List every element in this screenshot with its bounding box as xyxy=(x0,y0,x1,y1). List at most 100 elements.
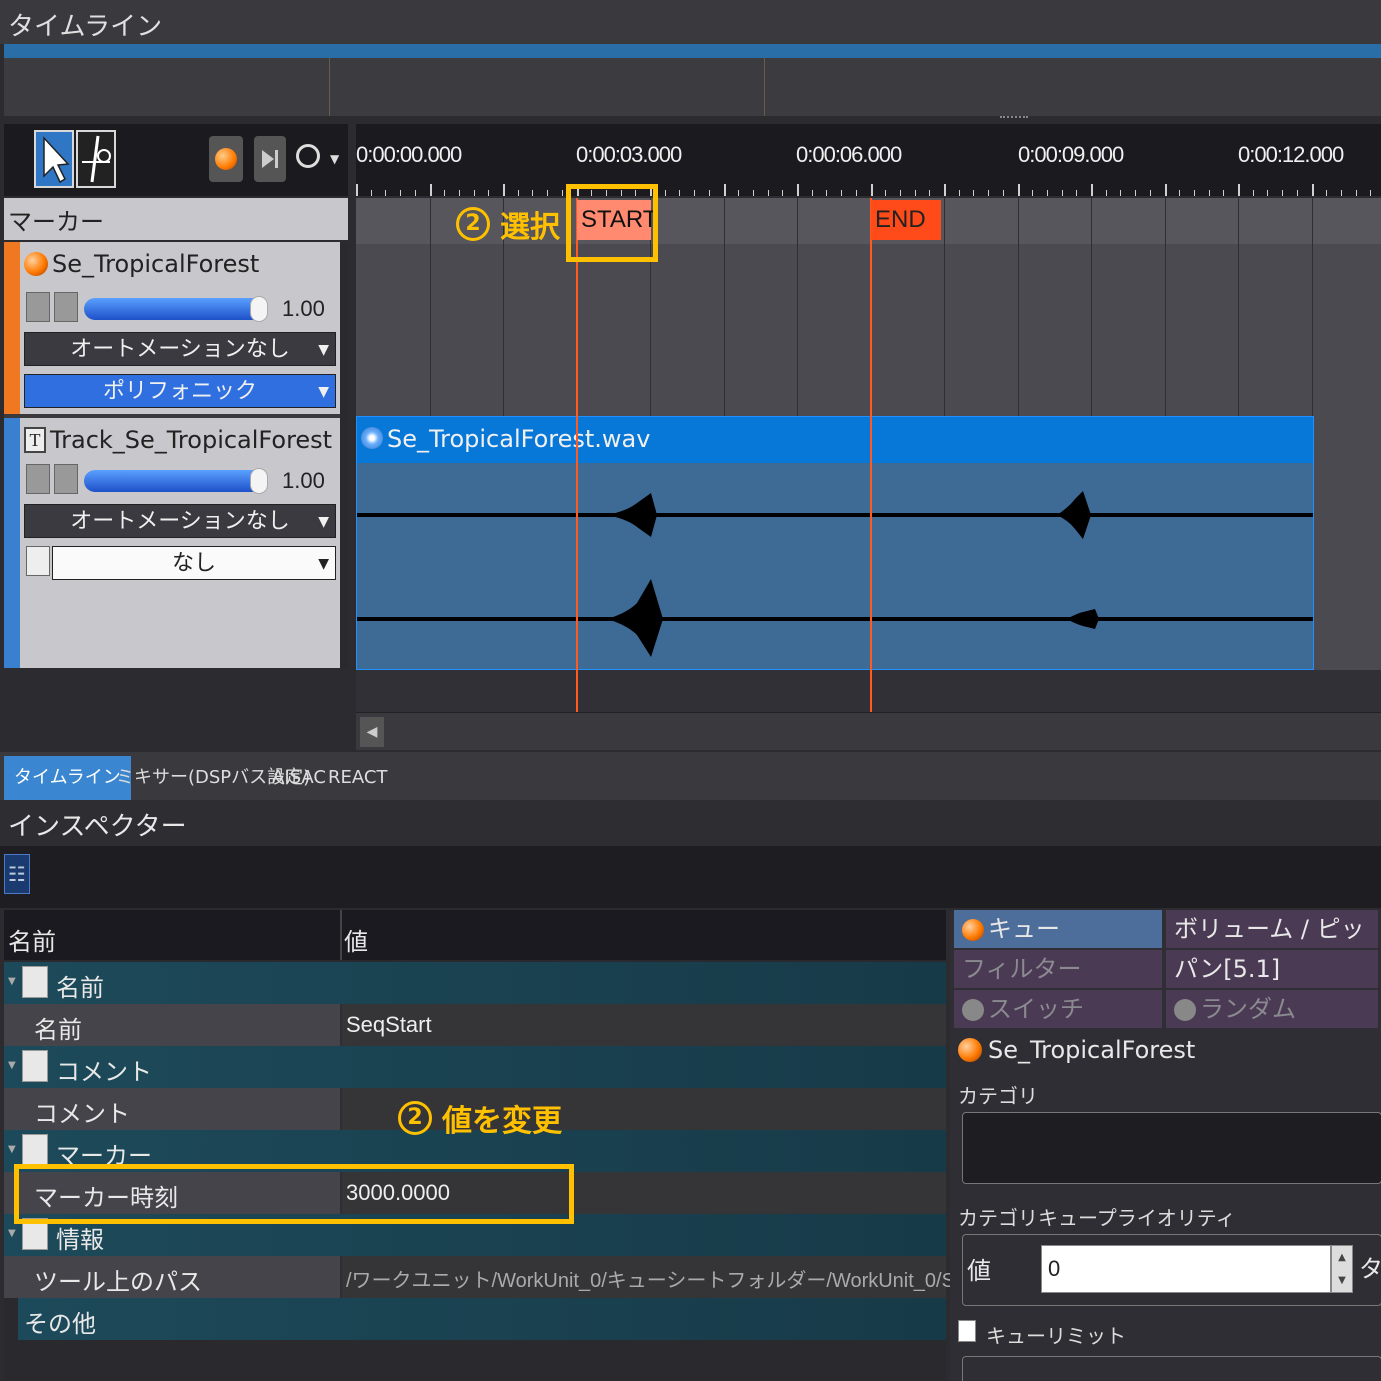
ruler-tick xyxy=(899,190,901,196)
property-row-name[interactable]: 名前 SeqStart xyxy=(4,1004,946,1046)
overview-strip[interactable] xyxy=(4,44,1381,116)
ruler-tick xyxy=(1149,190,1151,196)
ruler-tick xyxy=(973,190,975,196)
inspector-toolbar: ☷ xyxy=(0,846,1381,908)
category-name[interactable]: ▼ 名前 xyxy=(4,962,946,1004)
category-comment[interactable]: ▼ コメント xyxy=(4,1046,946,1088)
cue-automation-dropdown[interactable]: オートメーションなし ▼ xyxy=(24,332,336,366)
ruler-tick xyxy=(841,190,843,196)
ruler-tick xyxy=(694,190,696,196)
priority-input[interactable]: 0 xyxy=(1041,1245,1331,1293)
time-ruler[interactable]: 0:00:00.000 0:00:03.000 0:00:06.000 0:00… xyxy=(356,124,1381,196)
tab-cue[interactable]: キュー xyxy=(954,910,1162,948)
cue-name-row: Se_TropicalForest xyxy=(958,1036,1195,1064)
slider-knob[interactable] xyxy=(250,296,268,322)
track-header-scrollbar[interactable] xyxy=(340,242,348,668)
record-button[interactable] xyxy=(209,136,243,182)
category-list[interactable] xyxy=(962,1112,1381,1184)
start-marker-line[interactable] xyxy=(576,198,578,712)
category-label: コメント xyxy=(56,1058,152,1086)
ruler-tick xyxy=(1252,190,1254,196)
collapse-icon[interactable]: ▼ xyxy=(8,1228,16,1239)
ruler-tick xyxy=(1135,190,1137,196)
cue-mode-dropdown[interactable]: ポリフォニック ▼ xyxy=(24,374,336,408)
collapse-icon[interactable]: ▼ xyxy=(8,1144,16,1155)
property-row-path[interactable]: ツール上のパス/ワークユニット/WorkUnit_0/キューシートフォルダー/W… xyxy=(4,1256,1078,1298)
property-value[interactable]: SeqStart xyxy=(346,1012,432,1038)
priority-group: 値 0 ▲ ▼ タ xyxy=(962,1234,1381,1306)
property-grid: 名前 値 ▼ 名前 名前 SeqStart ▼ コメント コメント ▼ マーカー マーカ… xyxy=(4,910,1078,1381)
chevron-down-icon[interactable]: ▼ xyxy=(330,152,339,166)
cue-orb-icon xyxy=(958,1038,982,1062)
value-column-header[interactable]: 値 xyxy=(344,922,368,957)
ruler-tick xyxy=(752,190,754,196)
ruler-tick xyxy=(1179,190,1181,196)
cue-automation-value: オートメーションなし xyxy=(70,337,290,362)
scissors-icon xyxy=(82,135,111,183)
splitter-grip[interactable] xyxy=(1000,116,1028,120)
column-divider[interactable] xyxy=(340,910,342,960)
play-to-end-button[interactable] xyxy=(254,136,286,182)
record-icon xyxy=(215,148,237,170)
tab-switch[interactable]: スイッチ xyxy=(954,990,1162,1028)
slider-knob[interactable] xyxy=(250,468,268,494)
clock-icon[interactable] xyxy=(296,144,320,168)
tab-volume-pitch[interactable]: ボリューム / ピッチ xyxy=(1166,910,1378,981)
collapse-icon[interactable]: ▼ xyxy=(8,1060,16,1071)
dots-icon[interactable] xyxy=(26,546,50,576)
collapse-icon[interactable]: ▼ xyxy=(8,976,16,987)
ruler-tick xyxy=(723,184,726,196)
end-marker[interactable]: END xyxy=(871,200,941,240)
track-mode-value: なし xyxy=(171,551,216,576)
marker-track-header[interactable]: マーカー xyxy=(4,198,348,240)
ruler-tick xyxy=(679,190,681,196)
track-header[interactable]: T Track_Se_TropicalForest 1.00 オートメーションなし… xyxy=(4,418,348,668)
ruler-tick xyxy=(1370,190,1372,196)
chevron-down-icon: ▼ xyxy=(318,384,329,400)
select-tool-button[interactable] xyxy=(34,130,74,188)
scroll-left-icon[interactable]: ◀ xyxy=(360,717,384,747)
track-volume-slider[interactable] xyxy=(84,468,268,494)
cut-tool-button[interactable] xyxy=(76,130,116,188)
priority-value: 0 xyxy=(1048,1256,1061,1281)
ruler-tick xyxy=(1208,190,1210,196)
ruler-tick xyxy=(1311,184,1314,196)
timeline-grid[interactable]: Se_TropicalForest.wav START END xyxy=(356,198,1381,712)
timeline-horizontal-scrollbar[interactable]: ◀ xyxy=(356,712,1381,750)
end-marker-line[interactable] xyxy=(870,198,872,712)
cue-volume-slider[interactable] xyxy=(84,296,268,322)
ruler-tick xyxy=(1105,190,1107,196)
category-label: 名前 xyxy=(56,974,104,1002)
list-view-icon[interactable]: ☷ xyxy=(4,854,30,894)
category-other[interactable]: その他 xyxy=(18,1298,946,1340)
name-column-header[interactable]: 名前 xyxy=(8,922,56,957)
ruler-tick xyxy=(811,190,813,196)
ruler-tick xyxy=(1238,184,1240,196)
ruler-tick xyxy=(458,190,460,196)
waveform-icon[interactable] xyxy=(26,464,50,494)
audio-clip[interactable]: Se_TropicalForest.wav xyxy=(356,416,1314,670)
trash-icon[interactable] xyxy=(54,464,78,494)
priority-stepper[interactable]: ▲ ▼ xyxy=(1331,1245,1353,1293)
tab-pan[interactable]: パン[5.1] xyxy=(1166,950,1378,988)
ruler-tick xyxy=(561,190,563,196)
select-annotation: 2 選択 xyxy=(456,202,560,246)
track-automation-dropdown[interactable]: オートメーションなし ▼ xyxy=(24,504,336,538)
waveform-icon[interactable] xyxy=(26,292,50,322)
trash-icon[interactable] xyxy=(54,292,78,322)
cue-limit-checkbox[interactable] xyxy=(958,1320,976,1342)
ruler-tick xyxy=(429,184,432,196)
ruler-tick xyxy=(488,190,490,196)
cue-name: Se_TropicalForest xyxy=(988,1036,1196,1064)
timecode-label: 0:00:06.000 xyxy=(796,142,902,167)
clip-header[interactable]: Se_TropicalForest.wav xyxy=(357,417,1313,463)
cue-track-header[interactable]: Se_TropicalForest 1.00 オートメーションなし ▼ ポリフォニ… xyxy=(4,242,348,414)
tab-filter[interactable]: フィルター xyxy=(954,950,1162,988)
track-mode-dropdown[interactable]: なし ▼ xyxy=(52,546,336,580)
tab-label: ランダム xyxy=(1200,995,1296,1023)
tab-random[interactable]: ランダム xyxy=(1166,990,1378,1028)
property-label: 名前 xyxy=(34,1016,82,1044)
random-icon xyxy=(1174,999,1196,1021)
tab-react[interactable]: REACT xyxy=(318,756,397,800)
ruler-tick xyxy=(1046,190,1048,196)
